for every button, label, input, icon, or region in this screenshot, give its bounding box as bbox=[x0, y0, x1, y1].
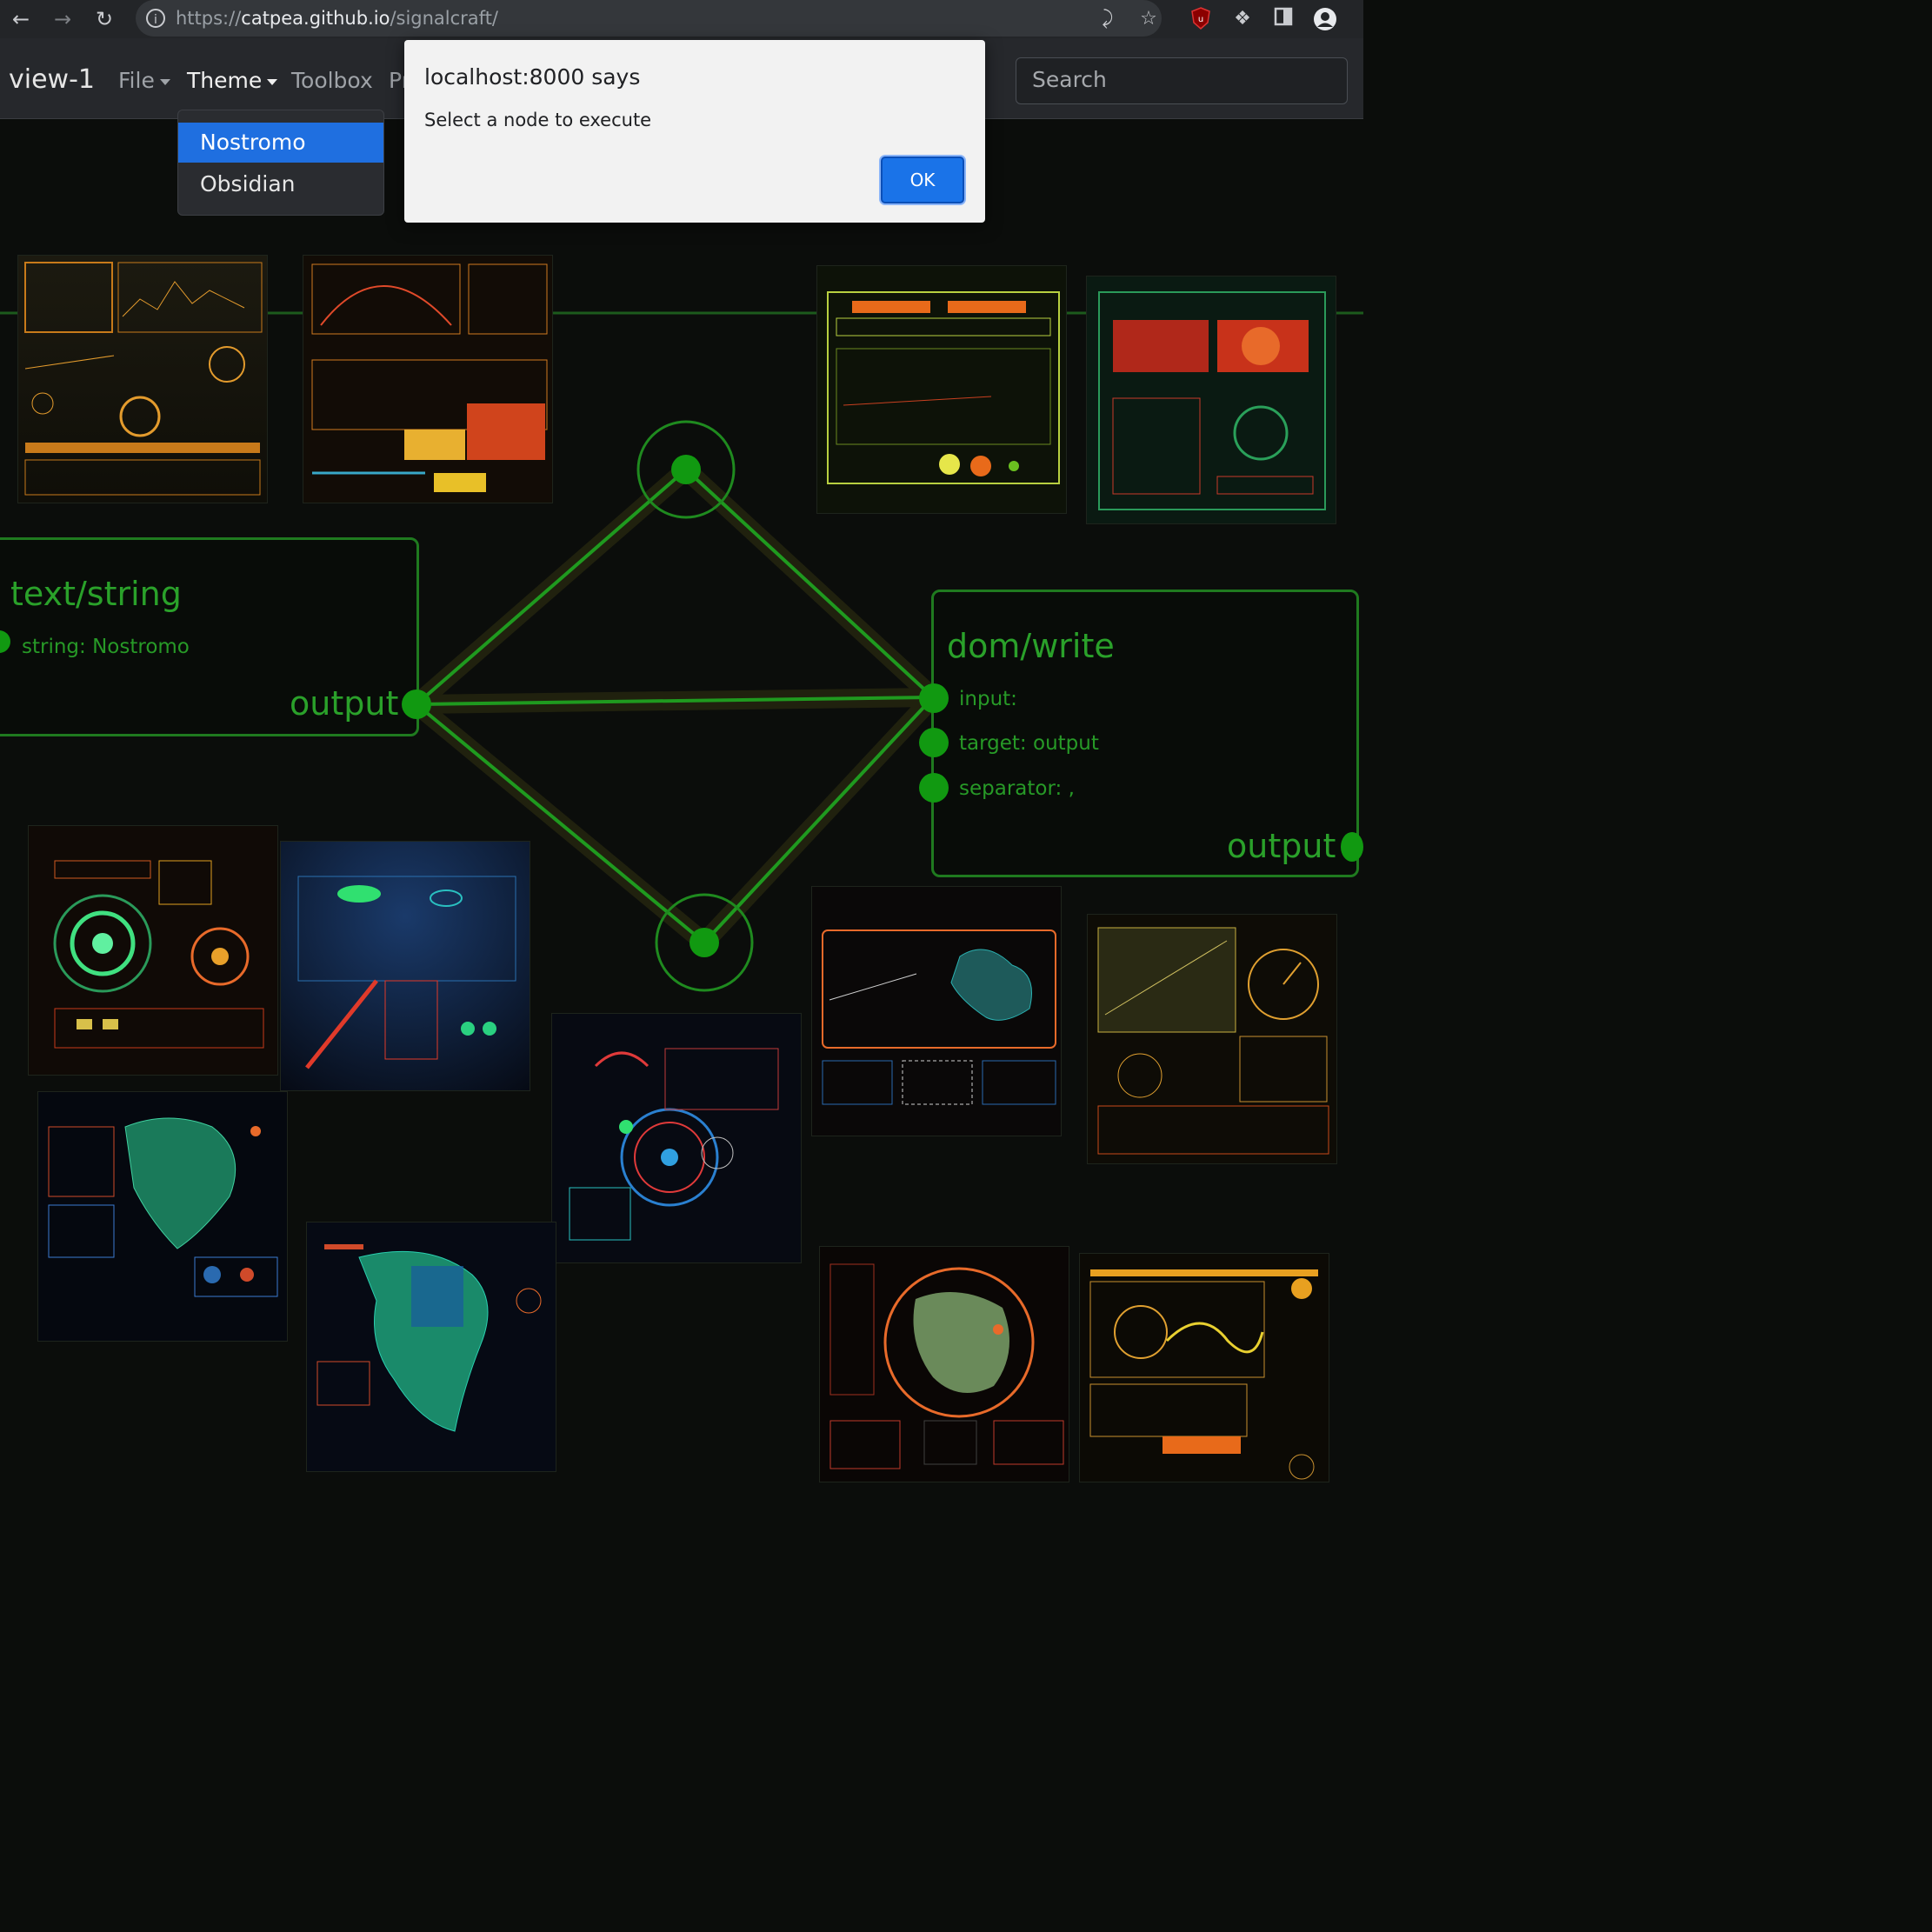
hud-thumbnail bbox=[1086, 276, 1336, 524]
node-output-label: output bbox=[1227, 827, 1336, 865]
hud-thumbnail bbox=[811, 886, 1062, 1136]
dialog-message: Select a node to execute bbox=[424, 110, 652, 130]
caret-down-icon bbox=[267, 78, 278, 85]
node-dom-write[interactable]: dom/write input: target: output separato… bbox=[931, 590, 1359, 877]
theme-option-obsidian[interactable]: Obsidian bbox=[178, 164, 383, 204]
ublock-icon[interactable]: u bbox=[1189, 7, 1213, 31]
puzzle-icon[interactable]: ❖ bbox=[1230, 7, 1255, 31]
input-port[interactable] bbox=[919, 728, 949, 757]
output-port[interactable] bbox=[1341, 832, 1363, 862]
node-title: dom/write bbox=[947, 627, 1115, 665]
node-field-separator: separator: , bbox=[959, 777, 1075, 800]
output-port[interactable] bbox=[402, 690, 431, 719]
node-canvas[interactable]: text/string string: Nostromo output dom/… bbox=[0, 119, 1363, 1482]
menu-file-label: File bbox=[118, 68, 155, 93]
hud-thumbnail bbox=[816, 265, 1067, 514]
svg-text:u: u bbox=[1198, 15, 1203, 24]
input-port[interactable] bbox=[919, 773, 949, 803]
hud-thumbnail bbox=[37, 1091, 288, 1342]
ok-button[interactable]: OK bbox=[881, 157, 964, 203]
hud-thumbnail bbox=[306, 1222, 556, 1472]
alert-dialog: localhost:8000 says Select a node to exe… bbox=[404, 40, 985, 223]
share-icon[interactable]: ⤸ bbox=[1096, 7, 1120, 31]
wire-output-to-relay-top bbox=[415, 468, 688, 706]
theme-dropdown: Nostromo Obsidian bbox=[177, 110, 384, 216]
info-icon[interactable]: i bbox=[146, 9, 165, 28]
relay-bottom-port bbox=[690, 928, 719, 957]
hud-thumbnail bbox=[1079, 1253, 1329, 1482]
hud-thumbnail bbox=[17, 255, 268, 503]
profile-icon[interactable] bbox=[1313, 7, 1337, 31]
node-title: text/string bbox=[10, 575, 182, 613]
hud-thumbnail bbox=[303, 255, 553, 503]
node-field-input: input: bbox=[959, 688, 1017, 710]
input-port[interactable] bbox=[919, 683, 949, 713]
hud-thumbnail bbox=[551, 1013, 802, 1263]
back-icon[interactable]: ← bbox=[9, 7, 33, 31]
forward-icon[interactable]: → bbox=[50, 7, 75, 31]
node-output-label: output bbox=[290, 684, 399, 723]
hud-thumbnail bbox=[819, 1246, 1069, 1482]
menu-file[interactable]: File bbox=[118, 68, 170, 93]
browser-toolbar: ← → ↻ i https://catpea.github.io/signalc… bbox=[0, 0, 1363, 38]
menu-theme-label: Theme bbox=[187, 68, 263, 93]
star-icon[interactable]: ☆ bbox=[1136, 7, 1161, 31]
hud-thumbnail bbox=[280, 841, 530, 1091]
menu-toolbox[interactable]: Toolbox bbox=[291, 68, 373, 93]
search-input[interactable]: Search bbox=[1016, 57, 1348, 104]
node-field-string: string: Nostromo bbox=[22, 636, 190, 658]
reload-icon[interactable]: ↻ bbox=[92, 7, 117, 31]
relay-top-port bbox=[671, 455, 701, 484]
dialog-title: localhost:8000 says bbox=[424, 64, 641, 90]
menu-theme[interactable]: Theme bbox=[187, 68, 278, 93]
caret-down-icon bbox=[159, 78, 170, 85]
node-text-string[interactable]: text/string string: Nostromo output bbox=[0, 537, 419, 736]
node-field-target: target: output bbox=[959, 732, 1099, 755]
theme-option-nostromo[interactable]: Nostromo bbox=[178, 123, 383, 163]
address-bar[interactable]: i https://catpea.github.io/signalcraft/ bbox=[136, 0, 1162, 37]
hud-thumbnail bbox=[1087, 914, 1337, 1164]
sidepanel-icon[interactable] bbox=[1271, 7, 1296, 31]
url-text: https://catpea.github.io/signalcraft/ bbox=[176, 8, 499, 29]
hud-thumbnail bbox=[28, 825, 278, 1076]
brand[interactable]: view-1 bbox=[9, 64, 95, 95]
